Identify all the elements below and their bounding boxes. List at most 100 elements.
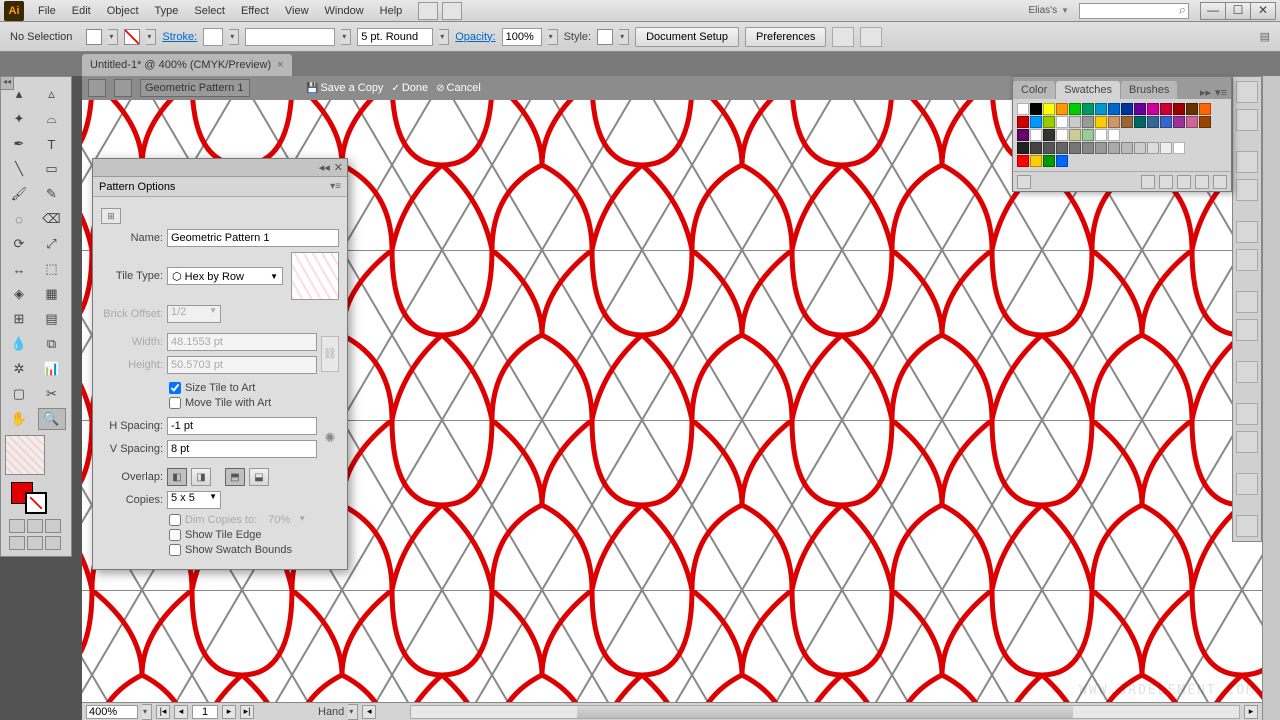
type-tool[interactable]: T (38, 133, 66, 155)
tab-brushes[interactable]: Brushes (1121, 81, 1177, 99)
document-setup-button[interactable]: Document Setup (635, 27, 739, 47)
swatch-cell[interactable] (1199, 116, 1211, 128)
screen-mode-1-icon[interactable] (9, 536, 25, 550)
opacity-link[interactable]: Opacity: (455, 31, 495, 43)
stroke-variable-input[interactable] (245, 28, 335, 46)
magic-wand-tool[interactable]: ✦ (5, 108, 33, 130)
graphic-styles-icon[interactable] (1236, 431, 1258, 453)
swatch-cell[interactable] (1160, 103, 1172, 115)
color-guide-icon[interactable] (1236, 109, 1258, 131)
swatch-cell[interactable] (1030, 155, 1042, 167)
user-dropdown-icon[interactable]: ▼ (1061, 6, 1069, 15)
swatch-grid[interactable] (1017, 103, 1227, 167)
stroke-dropdown-icon[interactable] (146, 29, 156, 45)
scale-tool[interactable]: ⤢ (38, 233, 66, 255)
pattern-back-icon[interactable] (88, 79, 106, 97)
menu-help[interactable]: Help (372, 5, 411, 17)
window-maximize-icon[interactable]: ☐ (1225, 2, 1251, 20)
panel-header[interactable]: ◂◂✕ (93, 159, 347, 177)
appearance-panel-icon[interactable] (1236, 403, 1258, 425)
paragraph-panel-icon[interactable] (1236, 249, 1258, 271)
transparency-panel-icon[interactable] (1236, 361, 1258, 383)
done-button[interactable]: ✓Done (391, 82, 428, 94)
shape-builder-tool[interactable]: ◈ (5, 283, 33, 305)
menu-effect[interactable]: Effect (233, 5, 277, 17)
pattern-panel-menu-icon[interactable]: ▾≡ (330, 181, 341, 192)
color-panel-icon[interactable] (1236, 81, 1258, 103)
layers-panel-icon[interactable] (1236, 515, 1258, 537)
vspacing-input[interactable] (167, 440, 317, 458)
gradient-panel-icon[interactable] (1236, 179, 1258, 201)
style-swatch[interactable] (597, 29, 613, 45)
swatch-cell[interactable] (1082, 142, 1094, 154)
swatch-cell[interactable] (1108, 129, 1120, 141)
swatch-lib-icon[interactable] (1017, 175, 1031, 189)
stroke-variable-dropdown-icon[interactable] (341, 29, 351, 45)
status-menu-icon[interactable] (348, 704, 358, 720)
horizontal-scrollbar[interactable] (410, 705, 1240, 719)
artboard-tool[interactable]: ▢ (5, 383, 33, 405)
right-dock[interactable] (1262, 76, 1280, 720)
zoom-input[interactable]: 400% (86, 705, 138, 719)
rectangle-tool[interactable]: ▭ (38, 158, 66, 180)
free-transform-tool[interactable]: ⬚ (38, 258, 66, 280)
pattern-name-crumb[interactable]: Geometric Pattern 1 (140, 79, 250, 97)
swatch-cell[interactable] (1095, 103, 1107, 115)
symbols-panel-icon[interactable] (1236, 473, 1258, 495)
swatch-cell[interactable] (1056, 155, 1068, 167)
mesh-tool[interactable]: ⊞ (5, 308, 33, 330)
overlap-left-button[interactable]: ◧ (167, 468, 187, 486)
pen-tool[interactable]: ✒ (5, 133, 33, 155)
tab-swatches[interactable]: Swatches (1056, 81, 1120, 99)
bridge-icon[interactable] (418, 2, 438, 20)
dim-copies-checkbox[interactable] (169, 514, 181, 526)
show-swatch-bounds-checkbox[interactable] (169, 544, 181, 556)
swatch-cell[interactable] (1173, 116, 1185, 128)
first-artboard-icon[interactable]: |◂ (156, 705, 170, 719)
swatch-cell[interactable] (1017, 142, 1029, 154)
zoom-dropdown-icon[interactable] (142, 704, 152, 720)
swatch-cell[interactable] (1147, 103, 1159, 115)
swatch-cell[interactable] (1173, 103, 1185, 115)
spacing-align-icon[interactable]: ✺ (321, 429, 339, 447)
swatch-cell[interactable] (1056, 103, 1068, 115)
gradient-tool[interactable]: ▤ (38, 308, 66, 330)
swatch-cell[interactable] (1069, 116, 1081, 128)
menu-window[interactable]: Window (317, 5, 372, 17)
tiletype-select[interactable]: ⬡ Hex by Row▼ (167, 267, 283, 285)
opacity-input[interactable] (502, 28, 542, 46)
search-input[interactable] (1079, 3, 1189, 19)
overlap-top-button[interactable]: ⬒ (225, 468, 245, 486)
swatch-cell[interactable] (1108, 116, 1120, 128)
swatch-cell[interactable] (1043, 129, 1055, 141)
new-swatch-icon[interactable] (1195, 175, 1209, 189)
align-icon[interactable] (860, 27, 882, 47)
swatch-cell[interactable] (1082, 116, 1094, 128)
user-label[interactable]: Elias's (1028, 5, 1057, 16)
prev-artboard-icon[interactable]: ◂ (174, 705, 188, 719)
rotate-tool[interactable]: ⟳ (5, 233, 33, 255)
swatch-cell[interactable] (1147, 142, 1159, 154)
save-copy-button[interactable]: 💾Save a Copy (306, 82, 383, 94)
hand-tool[interactable]: ✋ (5, 408, 33, 430)
arrange-icon[interactable] (442, 2, 462, 20)
blend-tool[interactable]: ⧉ (38, 333, 66, 355)
swatch-cell[interactable] (1030, 142, 1042, 154)
stroke-profile-input[interactable] (357, 28, 433, 46)
none-mode-icon[interactable] (45, 519, 61, 533)
paintbrush-tool[interactable]: 🖌 (5, 183, 33, 205)
delete-swatch-icon[interactable] (1213, 175, 1227, 189)
new-group-icon[interactable] (1177, 175, 1191, 189)
swatch-cell[interactable] (1017, 155, 1029, 167)
pattern-preview[interactable] (5, 435, 45, 475)
window-close-icon[interactable]: ✕ (1250, 2, 1276, 20)
swatch-kind-icon[interactable] (1141, 175, 1155, 189)
screen-mode-3-icon[interactable] (45, 536, 61, 550)
swatch-cell[interactable] (1069, 142, 1081, 154)
stroke-swatch[interactable] (124, 29, 140, 45)
menu-type[interactable]: Type (147, 5, 187, 17)
line-tool[interactable]: ╲ (5, 158, 33, 180)
swatch-cell[interactable] (1186, 116, 1198, 128)
lasso-tool[interactable]: ⌓ (38, 108, 66, 130)
tile-edit-icon[interactable]: ⊞ (101, 208, 121, 224)
